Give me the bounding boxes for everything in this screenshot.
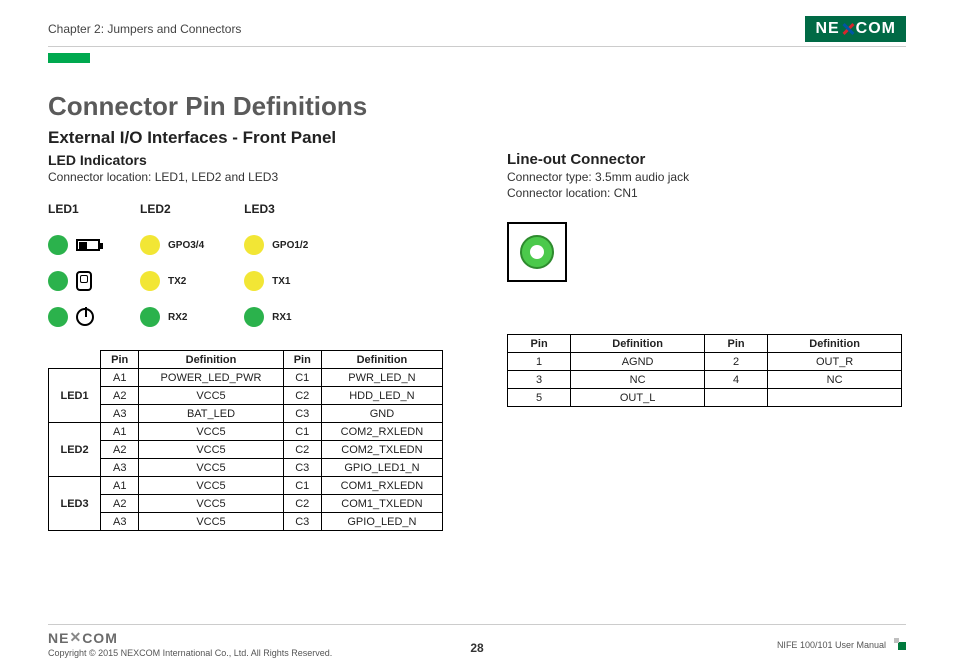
led-label: RX2 xyxy=(168,312,187,323)
table-row: A2VCC5C2HDD_LED_N xyxy=(49,387,443,405)
table-row: 3NC4NC xyxy=(508,371,902,389)
th-def: Definition xyxy=(321,351,442,369)
th-def: Definition xyxy=(768,335,902,353)
page-title: Connector Pin Definitions xyxy=(48,91,906,122)
led-icon xyxy=(244,235,264,255)
chapter-label: Chapter 2: Jumpers and Connectors xyxy=(48,22,241,36)
led-label: GPO3/4 xyxy=(168,240,204,251)
table-row: A2VCC5C2COM1_TXLEDN xyxy=(49,495,443,513)
led-icon xyxy=(48,271,68,291)
table-row: LED2 A1VCC5C1COM2_RXLEDN xyxy=(49,423,443,441)
section-left: External I/O Interfaces - Front Panel xyxy=(48,128,447,148)
th-pin: Pin xyxy=(101,351,139,369)
lineout-location: Connector location: CN1 xyxy=(507,186,906,200)
th-pin: Pin xyxy=(508,335,571,353)
section-right: Line-out Connector xyxy=(507,151,906,168)
table-row: 1AGND2OUT_R xyxy=(508,353,902,371)
power-icon xyxy=(76,308,94,326)
led-diagram: LED1 LED2 GPO3/4 TX2 RX2 LED3 GPO1/2 TX1… xyxy=(48,202,447,328)
led1-head: LED1 xyxy=(48,202,79,216)
led3-head: LED3 xyxy=(244,202,275,216)
corner-mark-icon xyxy=(894,638,906,650)
page-footer: NE✕COM Copyright © 2015 NEXCOM Internati… xyxy=(48,624,906,658)
th-def: Definition xyxy=(571,335,705,353)
table-row: A3VCC5C3GPIO_LED1_N xyxy=(49,459,443,477)
led-icon xyxy=(140,271,160,291)
led2-head: LED2 xyxy=(140,202,171,216)
copyright: Copyright © 2015 NEXCOM International Co… xyxy=(48,648,332,658)
subsection-led: LED Indicators xyxy=(48,152,447,168)
th-pin: Pin xyxy=(283,351,321,369)
led-label: RX1 xyxy=(272,312,291,323)
led-label: GPO1/2 xyxy=(272,240,308,251)
hdd-icon xyxy=(76,271,92,291)
brand-logo-footer: NE✕COM xyxy=(48,629,332,646)
brand-logo: NE COM xyxy=(805,16,906,42)
th-def: Definition xyxy=(139,351,283,369)
led-icon xyxy=(140,235,160,255)
audio-jack-diagram xyxy=(507,222,567,282)
group-label: LED1 xyxy=(49,369,101,423)
led-icon xyxy=(48,235,68,255)
table-row: A2VCC5C2COM2_TXLEDN xyxy=(49,441,443,459)
jack-ring-icon xyxy=(520,235,554,269)
page-header: Chapter 2: Jumpers and Connectors NE COM xyxy=(48,16,906,47)
led-location: Connector location: LED1, LED2 and LED3 xyxy=(48,170,447,184)
lineout-type: Connector type: 3.5mm audio jack xyxy=(507,170,906,184)
table-row: A3VCC5C3GPIO_LED_N xyxy=(49,513,443,531)
led-label: TX1 xyxy=(272,276,290,287)
led-icon xyxy=(140,307,160,327)
brand-left: NE xyxy=(815,20,839,38)
brand-right: COM xyxy=(856,20,896,38)
led-label: TX2 xyxy=(168,276,186,287)
group-label: LED2 xyxy=(49,423,101,477)
table-row: LED1 A1POWER_LED_PWRC1PWR_LED_N xyxy=(49,369,443,387)
table-row: 5OUT_L xyxy=(508,389,902,407)
accent-bar xyxy=(48,53,90,63)
th-pin: Pin xyxy=(704,335,767,353)
led-pin-table: Pin Definition Pin Definition LED1 A1POW… xyxy=(48,350,443,531)
table-row: LED3 A1VCC5C1COM1_RXLEDN xyxy=(49,477,443,495)
led-icon xyxy=(244,307,264,327)
page-number: 28 xyxy=(470,641,483,655)
table-row: A3BAT_LEDC3GND xyxy=(49,405,443,423)
manual-name: NIFE 100/101 User Manual xyxy=(777,640,886,650)
x-icon xyxy=(841,22,855,36)
led-icon xyxy=(244,271,264,291)
battery-icon xyxy=(76,239,100,251)
group-label: LED3 xyxy=(49,477,101,531)
lineout-pin-table: Pin Definition Pin Definition 1AGND2OUT_… xyxy=(507,334,902,407)
led-icon xyxy=(48,307,68,327)
